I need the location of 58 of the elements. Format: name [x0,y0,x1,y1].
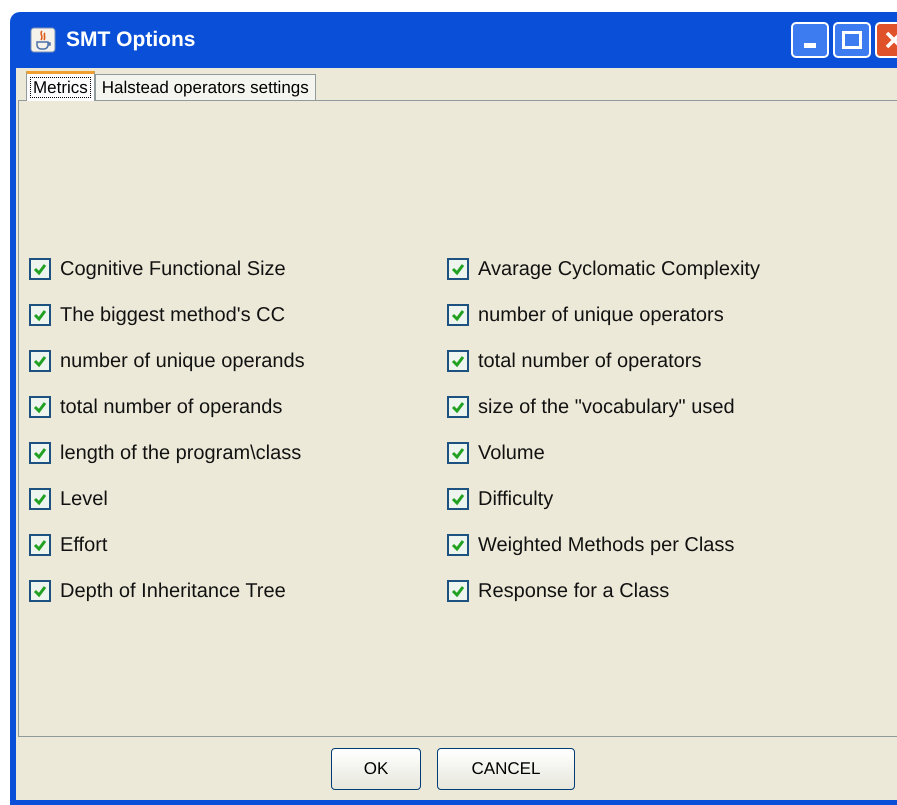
checkbox-label: The biggest method's CC [60,303,286,328]
check-icon [451,492,465,506]
maximize-icon [842,31,862,49]
checkbox-label: number of unique operands [60,349,305,374]
checkbox-label: total number of operators [478,349,702,374]
checkbox-label: Difficulty [478,487,554,512]
checkbox[interactable] [447,258,469,280]
checkbox[interactable] [447,580,469,602]
checkbox[interactable] [447,442,469,464]
dialog-button[interactable]: OK [331,748,421,790]
checkbox-label: Cognitive Functional Size [60,257,286,282]
check-icon [451,584,465,598]
checkbox-label: Depth of Inheritance Tree [60,579,286,604]
check-icon [451,354,465,368]
maximize-button[interactable] [833,22,871,58]
checkbox[interactable] [29,534,51,556]
tab[interactable]: Halstead operators settings [94,74,316,100]
check-icon [33,492,47,506]
checkbox[interactable] [29,580,51,602]
check-icon [33,354,47,368]
checkbox-label: Weighted Methods per Class [478,533,734,558]
checkbox-label: Avarage Cyclomatic Complexity [478,257,760,282]
coffee-cup-icon [30,27,56,53]
check-icon [451,262,465,276]
check-icon [451,446,465,460]
dialog-button[interactable]: CANCEL [437,748,575,790]
checkbox-label: size of the "vocabulary" used [478,395,735,420]
checkbox[interactable] [29,258,51,280]
checkbox[interactable] [29,442,51,464]
checkbox[interactable] [29,396,51,418]
checkbox[interactable] [447,350,469,372]
check-icon [33,538,47,552]
checkbox[interactable] [29,488,51,510]
checkbox[interactable] [447,304,469,326]
check-icon [33,584,47,598]
check-icon [451,400,465,414]
checkbox-label: length of the program\class [60,441,302,466]
minimize-button[interactable] [791,22,829,58]
minimize-icon [804,43,816,48]
checkbox[interactable] [29,304,51,326]
check-icon [33,446,47,460]
checkbox-label: Response for a Class [478,579,670,604]
checkbox[interactable] [29,350,51,372]
check-icon [33,308,47,322]
checkbox-label: total number of operands [60,395,282,420]
checkbox[interactable] [447,534,469,556]
checkbox-label: Volume [478,441,545,466]
window-title: SMT Options [66,27,196,54]
check-icon [33,400,47,414]
checkbox[interactable] [447,488,469,510]
checkbox-label: number of unique operators [478,303,724,328]
checkbox-label: Effort [60,533,108,558]
checkbox[interactable] [447,396,469,418]
checkbox-label: Level [60,487,108,512]
check-icon [451,538,465,552]
tab[interactable]: Metrics [26,71,95,101]
check-icon [451,308,465,322]
check-icon [33,262,47,276]
